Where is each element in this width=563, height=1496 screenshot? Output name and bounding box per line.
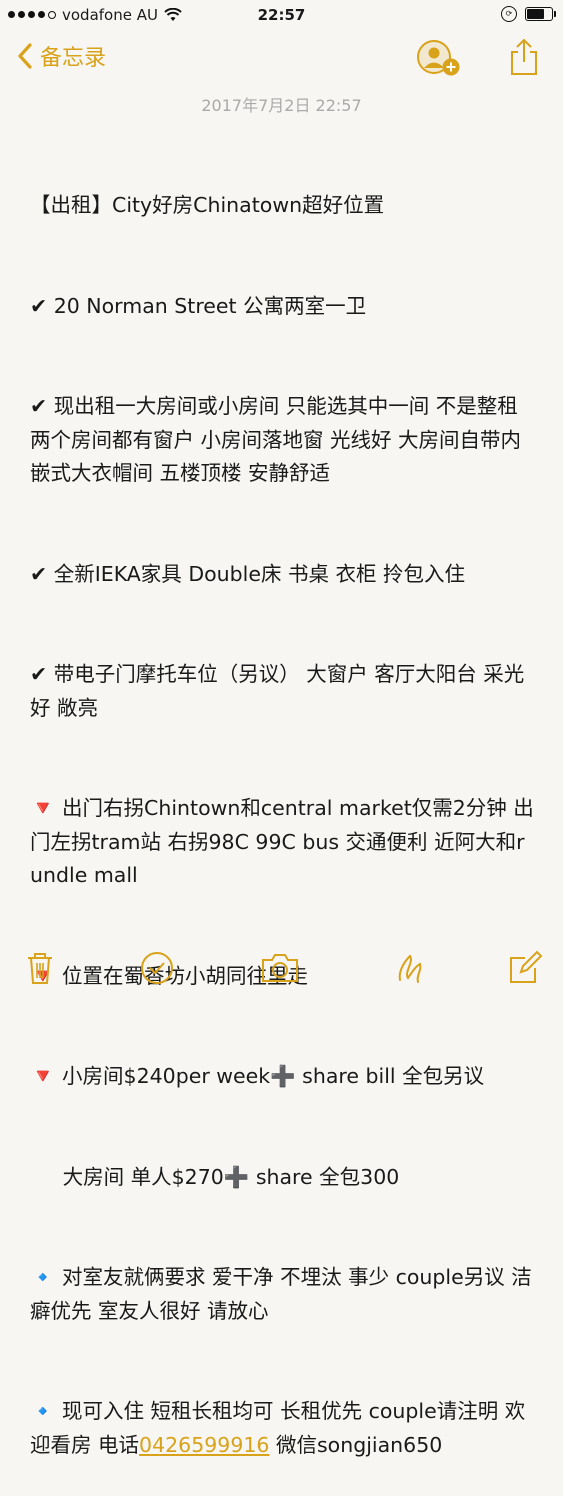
status-bar: vodafone AU 22:57 ⟳ [0, 0, 563, 32]
contact-suffix: 微信songjian650 [269, 1432, 443, 1457]
note-line: ✔ 带电子门摩托车位（另议） 大窗户 客厅大阳台 采光好 敞亮 [30, 662, 525, 720]
checklist-icon[interactable] [139, 950, 175, 986]
note-body[interactable]: 【出租】City好房Chinatown超好位置 ✔ 20 Norman Stre… [30, 122, 535, 1496]
note-line: 🔻 小房间$240per week➕ share bill 全包另议 [30, 1064, 485, 1088]
share-icon[interactable] [508, 38, 540, 76]
camera-icon[interactable] [260, 950, 300, 986]
add-people-icon[interactable] [414, 38, 462, 78]
compose-icon[interactable] [507, 950, 543, 986]
trash-icon[interactable] [22, 950, 58, 986]
back-button[interactable]: 备忘录 [16, 40, 106, 72]
rotation-lock-icon: ⟳ [501, 6, 517, 22]
back-label: 备忘录 [40, 46, 107, 71]
note-line: 【出租】City好房Chinatown超好位置 [30, 193, 385, 217]
status-time: 22:57 [257, 6, 306, 24]
note-line-contact: 🔹 现可入住 短租长租均可 长租优先 couple请注明 欢迎看房 电话0426… [30, 1395, 535, 1462]
note-line: 大房间 单人$270➕ share 全包300 [30, 1164, 400, 1189]
note-line: ✔ 20 Norman Street 公寓两室一卫 [30, 293, 367, 318]
navigation-bar: 备忘录 [0, 34, 563, 82]
battery-icon [525, 7, 556, 21]
bottom-toolbar [0, 938, 563, 1000]
note-line: ✔ 全新IEKA家具 Double床 书桌 衣柜 拎包入住 [30, 561, 466, 586]
note-line: 🔻 出门右拐Chintown和central market仅需2分钟 出门左拐t… [30, 796, 534, 887]
note-date: 2017年7月2日 22:57 [201, 96, 362, 115]
note-line: ✔ 现出租一大房间或小房间 只能选其中一间 不是整租 两个房间都有窗户 小房间落… [30, 394, 525, 485]
phone-link[interactable]: 0426599916 [139, 1433, 269, 1457]
note-line: 🔹 对室友就俩要求 爱干净 不埋汰 事少 couple另议 洁癖优先 室友人很好… [30, 1265, 532, 1323]
chevron-left-icon [18, 43, 32, 69]
sketch-icon[interactable] [392, 950, 428, 986]
